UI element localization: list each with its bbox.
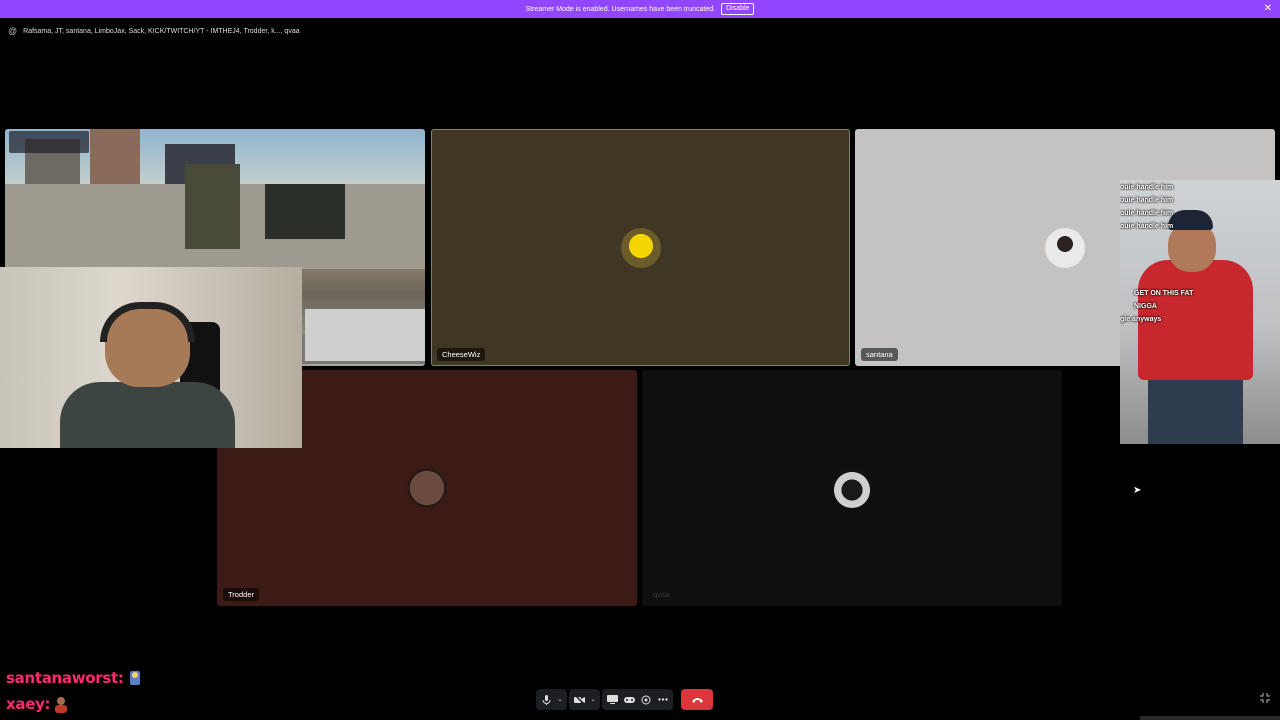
caption-line: GET ON THIS FAT [1134, 290, 1194, 297]
camera-control-group: ⌄ [569, 689, 600, 710]
game-building [90, 129, 140, 184]
screen-share-icon[interactable] [605, 693, 619, 707]
chat-message: xaey: [6, 691, 144, 717]
game-court-sign [305, 309, 425, 361]
chat-overlay: santanaworst: xaey: [6, 665, 144, 717]
qvaa-avatar [832, 468, 872, 508]
participant-tile-qvaa[interactable]: qvaa [642, 370, 1062, 606]
channel-header: @ Rafsama, JT, santana, LimboJax, Sack, … [8, 24, 300, 38]
game-hud [9, 131, 89, 153]
game-gate [185, 164, 240, 249]
chat-username: santanaworst: [6, 669, 124, 687]
voice-call-window: Streamer Mode is enabled. Usernames have… [0, 0, 1280, 720]
end-call-button[interactable] [681, 689, 713, 710]
caption-line: NIGGA [1134, 303, 1157, 310]
chat-username: xaey: [6, 695, 51, 713]
participant-name: Trodder [223, 588, 259, 601]
more-icon[interactable] [656, 693, 670, 707]
participant-name: CheeseWiz [437, 348, 486, 361]
participant-name: santana [861, 348, 898, 361]
gamepad-icon[interactable] [622, 693, 636, 707]
close-banner-icon[interactable]: ✕ [1264, 3, 1272, 15]
chevron-down-icon[interactable]: ⌄ [556, 693, 564, 707]
streamer-mode-text: Streamer Mode is enabled. Usernames have… [525, 5, 716, 13]
camera-off-icon[interactable] [572, 693, 586, 707]
webcam-overlay [0, 267, 302, 448]
santana-avatar [1045, 227, 1085, 268]
streamer-mode-banner: Streamer Mode is enabled. Usernames have… [0, 0, 1280, 18]
disable-streamer-mode-button[interactable]: Disable [721, 3, 755, 15]
caption-line: ouie handle him [1120, 184, 1174, 191]
mouse-cursor-icon: ➤ [1133, 485, 1142, 496]
streamer-person [60, 302, 235, 448]
emote-icon [55, 697, 68, 713]
side-video-overlay: ouie handle him ouie handle him ouie han… [1120, 180, 1280, 444]
soundboard-icon[interactable] [639, 693, 653, 707]
call-controls: ⌄ ⌄ [536, 689, 746, 710]
bottom-scroll-indicator [1140, 716, 1280, 720]
chat-message: santanaworst: [6, 665, 144, 691]
action-control-group [602, 689, 673, 710]
participant-tile-cheesewiz[interactable]: CheeseWiz [431, 129, 850, 366]
exit-fullscreen-icon[interactable] [1260, 693, 1270, 706]
headset [100, 302, 195, 342]
emote-icon [129, 671, 140, 685]
person-pants [1148, 375, 1243, 444]
channel-user-list: Rafsama, JT, santana, LimboJax, Sack, KI… [23, 27, 300, 35]
caption-line: ouie handle him [1120, 210, 1174, 217]
caption-line: gie anyways [1120, 316, 1162, 323]
at-icon: @ [8, 26, 18, 36]
caption-line: ouie handle him [1120, 197, 1174, 204]
microphone-icon[interactable] [539, 693, 553, 707]
hangup-icon [691, 697, 703, 703]
game-booth [265, 184, 345, 239]
chevron-down-icon[interactable]: ⌄ [589, 693, 597, 707]
person-cap [1168, 210, 1213, 230]
caption-line: ouie handle him [1120, 223, 1174, 230]
cheesewiz-avatar [620, 227, 661, 268]
streamer-shirt [60, 382, 235, 448]
participant-name: qvaa [653, 590, 670, 599]
mic-control-group: ⌄ [536, 689, 567, 710]
trodder-avatar [407, 468, 447, 508]
